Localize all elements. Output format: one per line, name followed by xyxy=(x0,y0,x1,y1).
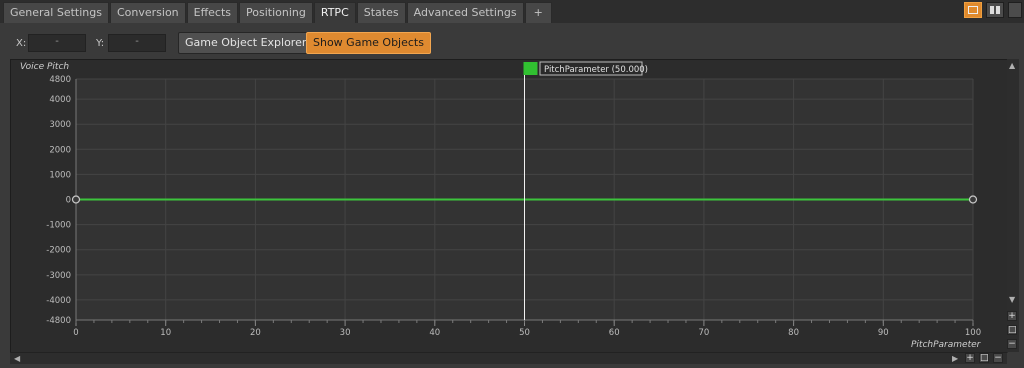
x-label: X: xyxy=(16,38,27,49)
y-label: Y: xyxy=(96,38,105,49)
y-tick-label: 4800 xyxy=(49,75,71,85)
x-tick-label: 60 xyxy=(609,328,620,338)
cursor-color-swatch xyxy=(523,62,538,75)
y-tick-label: 1000 xyxy=(49,170,71,180)
tab-general-settings[interactable]: General Settings xyxy=(3,2,109,23)
zoom-out-vertical-button[interactable]: − xyxy=(1007,339,1017,349)
curve-point-handle[interactable] xyxy=(71,195,81,204)
extra-layout-button[interactable] xyxy=(1008,2,1022,18)
y-tick-label: -4800 xyxy=(46,316,71,326)
x-tick-label: 30 xyxy=(340,328,351,338)
scroll-right-arrow-icon[interactable]: ▶ xyxy=(952,354,958,364)
curve-point-handle[interactable] xyxy=(968,195,978,204)
tab-states[interactable]: States xyxy=(356,2,406,23)
x-axis-title: PitchParameter xyxy=(911,340,982,350)
scroll-left-arrow-icon[interactable]: ◀ xyxy=(14,354,20,364)
tab-positioning[interactable]: Positioning xyxy=(239,2,313,23)
split-pane-icon xyxy=(990,6,994,14)
x-tick-label: 20 xyxy=(250,328,261,338)
x-tick-label: 50 xyxy=(519,328,530,338)
vertical-scrollbar[interactable]: ▲ ▼ + □ − xyxy=(1007,59,1019,352)
zoom-in-vertical-button[interactable]: + xyxy=(1007,311,1017,321)
tab-bar: General Settings Conversion Effects Posi… xyxy=(0,0,1024,23)
y-tick-label: -2000 xyxy=(46,246,71,256)
x-tick-label: 80 xyxy=(788,328,799,338)
rtpc-graph-canvas[interactable]: 480040003000200010000-1000-2000-3000-400… xyxy=(11,60,1008,353)
scroll-down-arrow-icon[interactable]: ▼ xyxy=(1009,295,1015,305)
fit-horizontal-button[interactable]: □ xyxy=(979,353,989,363)
single-view-layout-button[interactable] xyxy=(964,2,982,18)
horizontal-scrollbar[interactable]: ◀ ▶ + □ − xyxy=(10,352,1007,364)
tab-advanced-settings[interactable]: Advanced Settings xyxy=(406,2,524,23)
x-tick-label: 10 xyxy=(160,328,171,338)
tab-effects[interactable]: Effects xyxy=(186,2,239,23)
zoom-in-horizontal-button[interactable]: + xyxy=(965,353,975,363)
tab-conversion[interactable]: Conversion xyxy=(109,2,186,23)
cursor-label: PitchParameter (50.000) xyxy=(544,65,648,75)
split-view-layout-button[interactable] xyxy=(986,2,1004,18)
x-tick-label: 40 xyxy=(429,328,440,338)
game-object-explorer-button[interactable]: Game Object Explorer... xyxy=(178,32,323,54)
fit-vertical-button[interactable]: □ xyxy=(1007,325,1017,335)
zoom-out-horizontal-button[interactable]: − xyxy=(993,353,1003,363)
y-tick-label: 4000 xyxy=(49,95,71,105)
y-tick-label: -3000 xyxy=(46,271,71,281)
x-tick-label: 70 xyxy=(698,328,709,338)
y-value-field[interactable]: - xyxy=(108,34,166,52)
y-axis-title: Voice Pitch xyxy=(20,62,69,72)
y-tick-label: 0 xyxy=(66,196,71,206)
x-value-field[interactable]: - xyxy=(28,34,86,52)
tab-list: General Settings Conversion Effects Posi… xyxy=(3,2,553,23)
add-tab-button[interactable]: + xyxy=(524,2,552,23)
x-tick-label: 0 xyxy=(73,328,78,338)
y-tick-label: 3000 xyxy=(49,120,71,130)
y-tick-label: -4000 xyxy=(46,296,71,306)
show-game-objects-button[interactable]: Show Game Objects xyxy=(306,32,431,54)
single-pane-icon xyxy=(968,6,978,14)
rtpc-graph[interactable]: 4800 4000 3000 2000 1000 0 -1000 -2000 -3000 -400… xyxy=(10,59,1008,353)
scroll-up-arrow-icon[interactable]: ▲ xyxy=(1009,61,1015,71)
y-tick-label: 2000 xyxy=(49,145,71,155)
y-tick-label: -1000 xyxy=(46,221,71,231)
tab-rtpc[interactable]: RTPC xyxy=(313,2,356,23)
x-tick-label: 90 xyxy=(878,328,889,338)
x-tick-label: 100 xyxy=(965,328,981,338)
